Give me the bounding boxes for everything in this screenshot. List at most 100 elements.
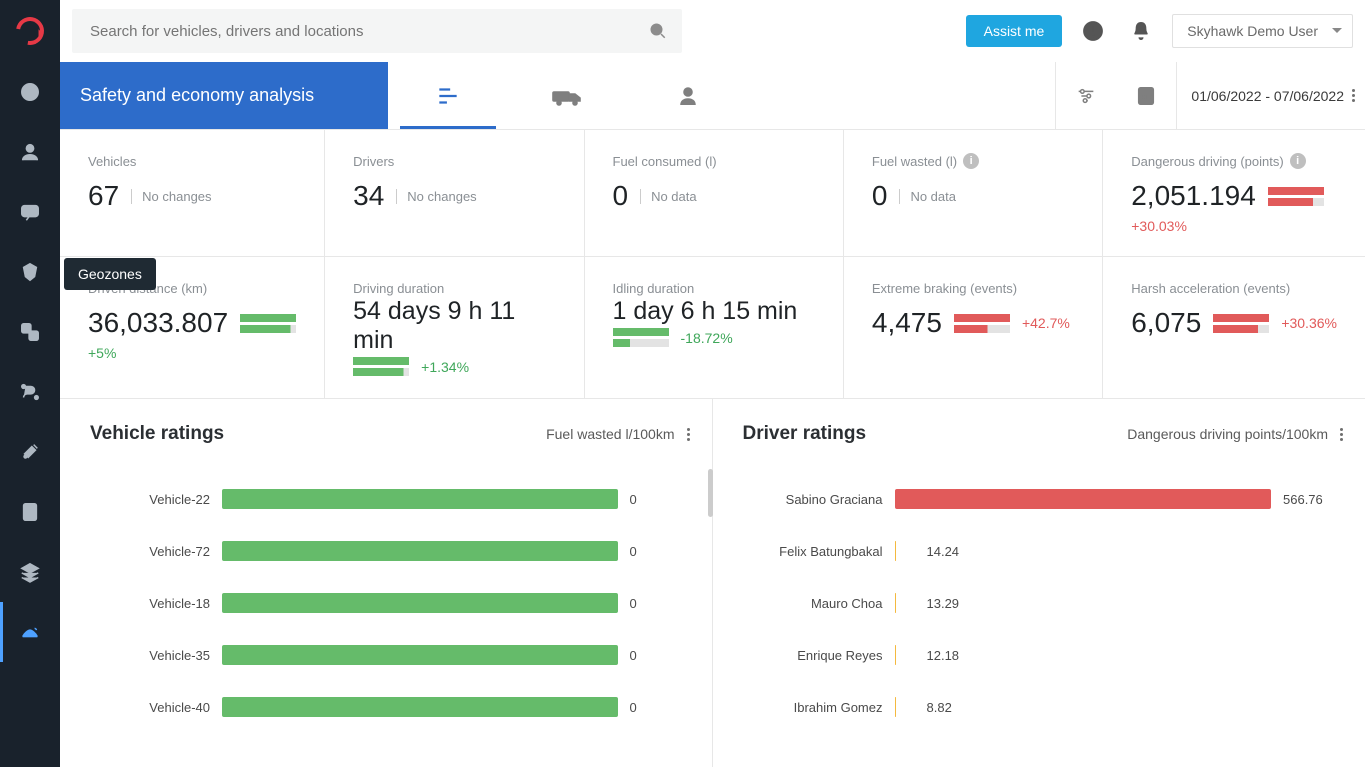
driver-rating-row[interactable]: Mauro Choa 13.29 bbox=[743, 577, 1344, 629]
panel-menu-icon[interactable] bbox=[687, 428, 690, 441]
driver-ratings-title: Driver ratings bbox=[743, 423, 867, 445]
geozones-tooltip: Geozones bbox=[64, 258, 156, 290]
vehicle-rating-row[interactable]: Vehicle-22 0 bbox=[90, 473, 690, 525]
kpi-drive-duration[interactable]: Driving duration 54 days 9 h 11 min +1.3… bbox=[325, 257, 584, 399]
rating-bar bbox=[222, 593, 618, 613]
driver-rating-row[interactable]: Felix Batungbakal 14.24 bbox=[743, 525, 1344, 577]
nav-translate[interactable]: BA bbox=[0, 302, 60, 362]
trend-bars bbox=[954, 314, 1010, 333]
vehicle-ratings-panel: Vehicle ratings Fuel wasted l/100km Vehi… bbox=[60, 399, 713, 767]
svg-text:A: A bbox=[32, 333, 37, 340]
nav-layers[interactable] bbox=[0, 542, 60, 602]
vehicle-rating-row[interactable]: Vehicle-72 0 bbox=[90, 525, 690, 577]
rating-bar bbox=[222, 697, 618, 717]
left-sidebar: Geozones BA bbox=[0, 0, 60, 767]
vehicle-value: 0 bbox=[630, 596, 690, 611]
driver-rating-row[interactable]: Sabino Graciana 566.76 bbox=[743, 473, 1344, 525]
date-range-label: 01/06/2022 - 07/06/2022 bbox=[1191, 88, 1344, 104]
vehicle-value: 0 bbox=[630, 492, 690, 507]
tab-overview[interactable] bbox=[388, 62, 508, 129]
vehicle-value: 0 bbox=[630, 700, 690, 715]
nav-tools[interactable] bbox=[0, 422, 60, 482]
driver-rating-row[interactable]: Ibrahim Gomez 8.82 bbox=[743, 681, 1344, 733]
rating-bar bbox=[222, 541, 618, 561]
trend-bars bbox=[1213, 314, 1269, 333]
page-title: Safety and economy analysis bbox=[60, 62, 388, 129]
search-icon[interactable] bbox=[638, 11, 678, 51]
export-xls-icon[interactable]: XLS bbox=[1116, 62, 1176, 129]
scrollbar[interactable] bbox=[708, 469, 713, 517]
assist-button[interactable]: Assist me bbox=[966, 15, 1063, 47]
kpi-idling[interactable]: Idling duration 1 day 6 h 15 min -18.72% bbox=[585, 257, 844, 399]
nav-analytics[interactable] bbox=[0, 62, 60, 122]
filter-icon[interactable] bbox=[1056, 62, 1116, 129]
driver-value: 13.29 bbox=[921, 596, 1344, 611]
top-header: Assist me Skyhawk Demo User bbox=[60, 0, 1365, 62]
help-icon[interactable] bbox=[1076, 14, 1110, 48]
vehicle-name: Vehicle-18 bbox=[90, 596, 210, 611]
search-box[interactable] bbox=[72, 9, 682, 53]
driver-rating-row[interactable]: Enrique Reyes12.18 bbox=[743, 629, 1344, 681]
user-label: Skyhawk Demo User bbox=[1187, 23, 1318, 39]
nav-route[interactable] bbox=[0, 362, 60, 422]
driver-name: Mauro Choa bbox=[743, 596, 883, 611]
vehicle-value: 0 bbox=[630, 544, 690, 559]
info-icon[interactable]: i bbox=[963, 153, 979, 169]
info-icon[interactable]: i bbox=[1290, 153, 1306, 169]
driver-value: 566.76 bbox=[1283, 492, 1343, 507]
kpi-harsh-accel[interactable]: Harsh acceleration (events) 6,075 +30.36… bbox=[1103, 257, 1365, 399]
kpi-drivers[interactable]: Drivers 34 No changes bbox=[325, 130, 584, 257]
vehicle-name: Vehicle-40 bbox=[90, 700, 210, 715]
nav-drivers[interactable] bbox=[0, 122, 60, 182]
kpi-vehicles[interactable]: Vehicles 67 No changes bbox=[60, 130, 325, 257]
vehicle-name: Vehicle-72 bbox=[90, 544, 210, 559]
rating-bar bbox=[222, 489, 618, 509]
kpi-grid: Vehicles 67 No changes Drivers 34 No cha… bbox=[60, 130, 1365, 399]
notifications-icon[interactable] bbox=[1124, 14, 1158, 48]
trend-bars bbox=[613, 328, 669, 347]
date-range-menu-icon[interactable] bbox=[1352, 89, 1355, 102]
chevron-down-icon bbox=[1332, 28, 1342, 38]
section-header: Safety and economy analysis XLS 01/06/20… bbox=[60, 62, 1365, 130]
kpi-extreme-braking[interactable]: Extreme braking (events) 4,475 +42.7% bbox=[844, 257, 1103, 399]
driver-value: 8.82 bbox=[921, 700, 1344, 715]
driver-name: Sabino Graciana bbox=[743, 492, 883, 507]
date-range-picker[interactable]: 01/06/2022 - 07/06/2022 bbox=[1177, 88, 1365, 104]
driver-value: 12.18 bbox=[921, 648, 1344, 663]
tab-drivers[interactable] bbox=[628, 62, 748, 129]
vehicle-rating-row[interactable]: Vehicle-35 0 bbox=[90, 629, 690, 681]
driver-value: 14.24 bbox=[921, 544, 1344, 559]
tab-vehicles[interactable] bbox=[508, 62, 628, 129]
search-input[interactable] bbox=[88, 22, 638, 41]
tabs bbox=[388, 62, 1055, 129]
main-content: Vehicles 67 No changes Drivers 34 No cha… bbox=[60, 130, 1365, 767]
rating-bar bbox=[895, 489, 1272, 509]
driver-ratings-panel: Driver ratings Dangerous driving points/… bbox=[713, 399, 1365, 767]
trend-bars bbox=[1268, 187, 1324, 206]
vehicle-ratings-title: Vehicle ratings bbox=[90, 423, 224, 445]
nav-chat[interactable] bbox=[0, 182, 60, 242]
app-logo[interactable] bbox=[0, 0, 60, 62]
panel-menu-icon[interactable] bbox=[1340, 428, 1343, 441]
nav-reports[interactable] bbox=[0, 482, 60, 542]
rating-bar bbox=[222, 645, 618, 665]
nav-geozones[interactable]: Geozones bbox=[0, 242, 60, 302]
trend-bars bbox=[353, 357, 409, 376]
nav-safety-dashboard[interactable] bbox=[0, 602, 60, 662]
user-dropdown[interactable]: Skyhawk Demo User bbox=[1172, 14, 1353, 48]
vehicle-name: Vehicle-35 bbox=[90, 648, 210, 663]
driver-name: Felix Batungbakal bbox=[743, 544, 883, 559]
svg-text:B: B bbox=[25, 326, 29, 333]
driver-ratings-metric[interactable]: Dangerous driving points/100km bbox=[1127, 426, 1328, 442]
svg-text:XLS: XLS bbox=[1142, 94, 1154, 101]
kpi-fuel-wasted[interactable]: Fuel wasted (l) i 0 No data bbox=[844, 130, 1103, 257]
kpi-fuel-consumed[interactable]: Fuel consumed (l) 0 No data bbox=[585, 130, 844, 257]
trend-bars bbox=[240, 314, 296, 333]
vehicle-rating-row[interactable]: Vehicle-40 0 bbox=[90, 681, 690, 733]
vehicle-rating-row[interactable]: Vehicle-18 0 bbox=[90, 577, 690, 629]
vehicle-name: Vehicle-22 bbox=[90, 492, 210, 507]
vehicle-value: 0 bbox=[630, 648, 690, 663]
driver-name: Ibrahim Gomez bbox=[743, 700, 883, 715]
kpi-dangerous-driving[interactable]: Dangerous driving (points) i 2,051.194 +… bbox=[1103, 130, 1365, 257]
vehicle-ratings-metric[interactable]: Fuel wasted l/100km bbox=[546, 426, 674, 442]
